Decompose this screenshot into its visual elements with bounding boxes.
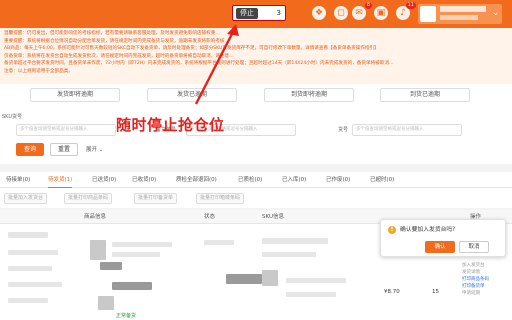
sku-quantity: 15 xyxy=(432,289,439,295)
tab-count: (0) xyxy=(342,177,351,183)
sku-thumbnail xyxy=(262,270,278,286)
blurred-text xyxy=(262,252,316,257)
tab-qc-done[interactable]: 已质检(0) xyxy=(238,172,262,188)
print-order-link[interactable]: 打印备货单 xyxy=(462,283,510,290)
sku-price: ¥8.70 xyxy=(384,289,400,295)
blurred-text xyxy=(286,292,336,297)
row-actions: 加入发货台 发货详情 打印商品条码 打印备货单 申请延期 xyxy=(462,262,510,297)
blurred-text xyxy=(100,262,122,270)
tab-label: 已收货 xyxy=(132,177,149,183)
annotation-text: 随时停止抢仓位 xyxy=(116,116,225,134)
batch-print-order-button[interactable]: 批量打印备货单 xyxy=(134,193,178,204)
tab-count: (0) xyxy=(108,177,117,183)
blurred-text xyxy=(262,238,328,244)
tab-label: 待发货 xyxy=(48,177,65,183)
col-sku-info: SKU信息 xyxy=(262,214,284,220)
product-thumbnail xyxy=(90,240,106,260)
blurred-text xyxy=(8,266,52,271)
blurred-text xyxy=(8,282,62,287)
request-extension-link[interactable]: 申请延期 xyxy=(462,290,510,297)
tab-count: (0) xyxy=(386,177,395,183)
batch-print-box-label-button[interactable]: 批量打印箱唛条码 xyxy=(196,193,245,204)
blurred-text xyxy=(226,274,262,284)
tab-voided[interactable]: 已作废(0) xyxy=(326,172,350,188)
cancel-button[interactable]: 取消 xyxy=(459,241,489,253)
tab-stocked[interactable]: 已入库(0) xyxy=(282,172,306,188)
tab-received[interactable]: 已收货(0) xyxy=(132,172,156,188)
tab-count: (1) xyxy=(64,177,73,183)
tab-label: 已超时 xyxy=(370,177,387,183)
tab-delivered[interactable]: 已送货(0) xyxy=(92,172,116,188)
tab-label: 已质检 xyxy=(238,177,255,183)
tab-qc-returned[interactable]: 质检全部退回(0) xyxy=(176,172,217,188)
product-thumbnail xyxy=(98,296,114,310)
blurred-text xyxy=(286,278,346,283)
blurred-text xyxy=(8,250,58,255)
blurred-text xyxy=(112,252,160,257)
blurred-text xyxy=(8,298,48,303)
tab-label: 质检全部退回 xyxy=(176,177,210,183)
tab-label: 已送货 xyxy=(92,177,109,183)
tab-count: (0) xyxy=(254,177,263,183)
confirm-question: 确认要加入发货台吗? xyxy=(400,227,456,233)
tab-label: 已入库 xyxy=(282,177,299,183)
tab-count: (0) xyxy=(22,177,31,183)
tab-count: (0) xyxy=(298,177,307,183)
batch-print-barcode-button[interactable]: 批量打印商品条码 xyxy=(64,193,113,204)
tab-timed-out[interactable]: 已超时(0) xyxy=(370,172,394,188)
status-badge: 正常备货 xyxy=(116,313,137,319)
tab-count: (0) xyxy=(209,177,217,183)
warning-icon: ! xyxy=(388,226,396,234)
blurred-text xyxy=(112,282,152,290)
tab-count: (0) xyxy=(148,177,157,183)
confirm-popover: ! 确认要加入发货台吗? 确认 取消 xyxy=(380,219,506,257)
col-status: 状态 xyxy=(204,214,216,220)
blurred-text xyxy=(204,240,234,245)
tab-label: 待接单 xyxy=(6,177,23,183)
tab-label: 已作废 xyxy=(326,177,343,183)
blurred-text xyxy=(8,232,48,238)
tab-pending-ship[interactable]: 待发货(1) xyxy=(48,172,73,188)
add-to-shipping-link[interactable]: 加入发货台 xyxy=(462,262,510,269)
shipping-detail-link[interactable]: 发货详情 xyxy=(462,269,510,276)
status-tabs: 待接单(0) 待发货(1) 已送货(0) 已收货(0) 质检全部退回(0) 已质… xyxy=(0,172,512,188)
confirm-button[interactable]: 确认 xyxy=(425,241,455,253)
col-goods-info: 商品信息 xyxy=(84,214,107,220)
blurred-text xyxy=(112,242,172,247)
tab-pending-accept[interactable]: 待接单(0) xyxy=(6,172,30,188)
batch-add-to-shipping-button[interactable]: 批量加入发货台 xyxy=(4,193,48,204)
print-barcode-link[interactable]: 打印商品条码 xyxy=(462,276,510,283)
